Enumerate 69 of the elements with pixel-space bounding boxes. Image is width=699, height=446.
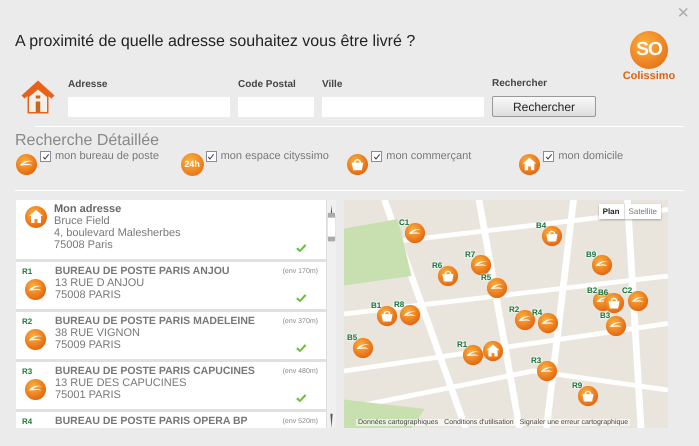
house-icon <box>482 340 504 362</box>
house-icon <box>518 153 542 176</box>
marker-label: R7 <box>465 250 476 259</box>
marker-label: R3 <box>22 368 32 376</box>
field-label: Code Postal <box>238 79 297 90</box>
marker-label: B4 <box>536 221 546 230</box>
address-line: Bruce Field <box>54 215 110 227</box>
field-label: Adresse <box>68 79 108 90</box>
post-office-icon <box>24 378 47 401</box>
result-title: BUREAU DE POSTE PARIS CAPUCINES <box>55 365 255 377</box>
logo-badge: SO <box>630 31 668 69</box>
result-title: Mon adresse <box>54 203 122 215</box>
map-type-tab[interactable]: Satellite <box>624 204 661 219</box>
filter-label: mon commerçant <box>386 150 472 162</box>
filter-label: mon domicile <box>558 150 624 162</box>
section-heading: Recherche Détaillée <box>15 132 160 150</box>
filter-label: mon espace cityssimo <box>220 150 329 162</box>
search-button[interactable]: Rechercher <box>492 96 596 117</box>
house-icon <box>20 78 56 116</box>
marker-label: R4 <box>532 308 542 317</box>
marker-label: R1 <box>22 268 32 276</box>
marker-label: B3 <box>600 311 610 320</box>
checkmark-icon <box>544 152 553 160</box>
post-office-icon <box>15 153 38 176</box>
address-line: 4, boulevard Malesherbes <box>54 227 181 239</box>
marker-label: R9 <box>572 381 582 390</box>
address-line: 75008 Paris <box>54 239 113 251</box>
marker-label: B9 <box>586 250 596 259</box>
filter-label: mon bureau de poste <box>55 150 159 162</box>
address-line: 75008 PARIS <box>55 289 121 301</box>
field-label: Rechercher <box>492 78 548 89</box>
marker-label: R2 <box>22 318 32 326</box>
address-line: 75001 PARIS <box>55 389 121 401</box>
address-line: 13 RUE D ANJOU <box>55 277 144 289</box>
checkbox[interactable] <box>40 151 51 162</box>
marker-label: R4 <box>22 418 32 426</box>
result-item[interactable]: Mon adresse Bruce Field 4, boulevard Malesherbes 75008 Paris <box>16 200 326 259</box>
checkmark-icon <box>372 152 381 160</box>
map-type-tab[interactable]: Plan <box>598 204 624 219</box>
marker-label: R2 <box>509 305 520 314</box>
post-office-icon <box>24 328 47 351</box>
checkmark-icon <box>42 152 50 160</box>
address-line: 13 RUE DES CAPUCINES <box>55 377 186 389</box>
checkbox[interactable] <box>543 151 554 162</box>
hours-badge: 24h <box>180 153 204 176</box>
marker-label: B2 <box>587 286 598 295</box>
address-line: 75009 PARIS <box>55 339 121 351</box>
checkmark-icon <box>207 152 216 160</box>
shopping-bag-icon <box>346 153 370 176</box>
marker-label: C1 <box>399 218 410 227</box>
field-label: Ville <box>322 79 344 90</box>
marker-label: B1 <box>371 301 382 310</box>
marker-label: R8 <box>394 300 404 309</box>
marker-label: R1 <box>457 340 468 349</box>
marker-label: C2 <box>622 286 632 295</box>
checkbox[interactable] <box>206 151 217 162</box>
marker-label: R3 <box>531 356 542 365</box>
house-icon <box>24 205 48 229</box>
marker-label: R5 <box>481 273 492 282</box>
dialog-title: A proximité de quelle adresse souhaitez vous être livré ? <box>15 33 416 51</box>
logo-wordmark: Colissimo <box>622 70 676 82</box>
result-title: BUREAU DE POSTE PARIS OPERA BP <box>55 415 248 427</box>
result-title: BUREAU DE POSTE PARIS MADELEINE <box>55 315 255 327</box>
marker-label: B5 <box>347 333 358 342</box>
result-title: BUREAU DE POSTE PARIS ANJOU <box>55 265 230 277</box>
post-office-icon <box>24 278 47 301</box>
address-line: 38 RUE VIGNON <box>55 327 140 339</box>
marker-label: R6 <box>432 261 442 270</box>
checkbox[interactable] <box>371 151 382 162</box>
